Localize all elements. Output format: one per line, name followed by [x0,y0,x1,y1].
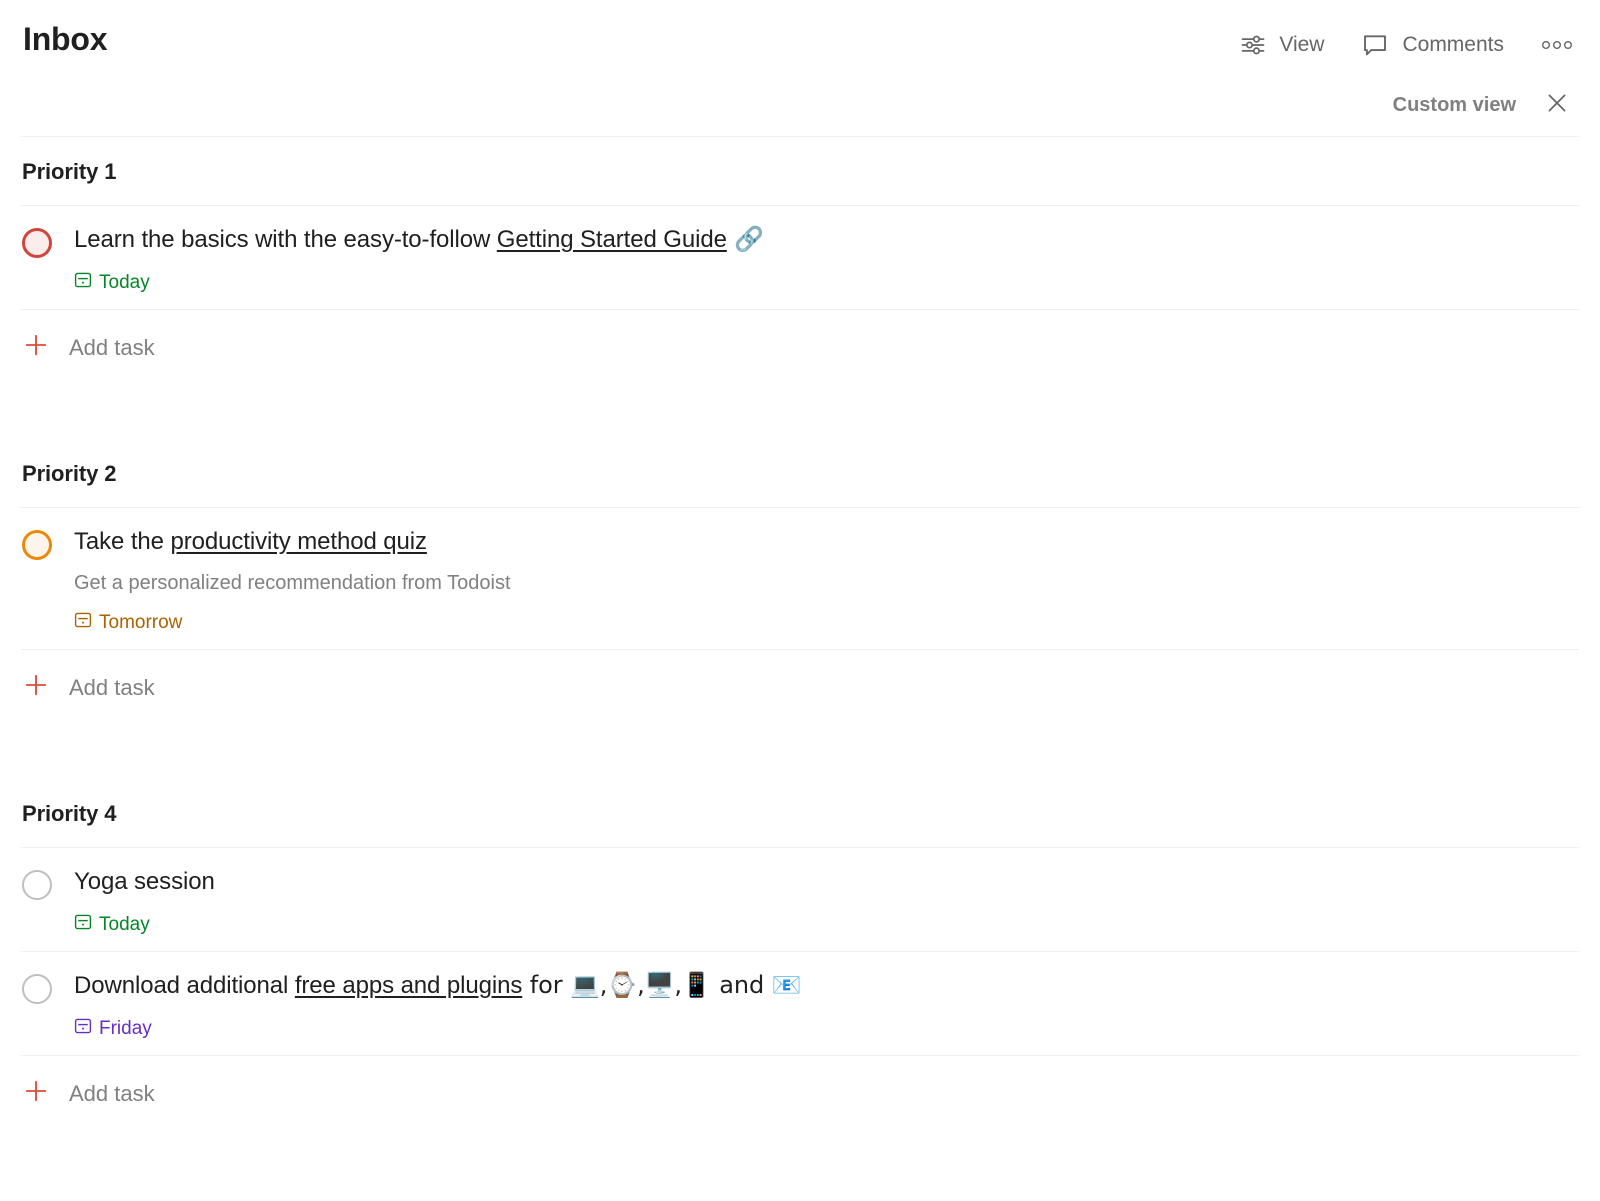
task-due-date[interactable]: Today [74,271,150,295]
task-row[interactable]: Download additional free apps and plugin… [20,952,1580,1055]
task-due-date-label: Today [99,914,150,935]
task-due-date[interactable]: Friday [74,1017,152,1041]
custom-view-bar: Custom view [20,74,1580,136]
add-task-label: Add task [69,334,155,360]
calendar-icon [74,913,92,937]
add-task-button[interactable]: Add task [20,650,1580,723]
task-title-text: Learn the basics with the easy-to-follow [74,226,497,253]
add-task-button[interactable]: Add task [20,1056,1580,1129]
calendar-icon [74,1017,92,1041]
header-actions: View Comments [1239,22,1580,60]
task-checkbox[interactable] [22,530,52,560]
task-title-suffix: 🔗 [726,225,765,253]
close-icon[interactable] [1544,90,1570,121]
view-button[interactable]: View [1239,31,1324,59]
section-title: Priority 2 [22,461,117,486]
page-title: Inbox [23,21,108,57]
task-due-date[interactable]: Tomorrow [74,611,182,635]
add-task-label: Add task [69,674,155,700]
task-checkbox[interactable] [22,870,52,900]
comments-button[interactable]: Comments [1360,30,1504,60]
task-description: Get a personalized recommendation from T… [74,572,511,594]
page-header: Inbox View Comments [20,0,1580,74]
section-title: Priority 4 [22,801,117,826]
section-title: Priority 1 [22,159,117,184]
task-content: Learn the basics with the easy-to-follow… [74,224,1580,295]
custom-view-label[interactable]: Custom view [1393,94,1516,117]
task-due-date-label: Friday [99,1018,152,1039]
task-content: Yoga session Today [74,866,1580,937]
plus-icon [23,672,49,703]
calendar-icon [74,271,92,295]
section-priority-1: Priority 1 Learn the basics with the eas… [20,137,1580,383]
task-title: Download additional free apps and plugin… [74,970,1580,1001]
more-options-button[interactable] [1540,38,1574,52]
task-checkbox[interactable] [22,228,52,258]
task-checkbox[interactable] [22,974,52,1004]
task-row[interactable]: Take the productivity method quiz Get a … [20,508,1580,649]
comments-button-label: Comments [1402,33,1504,56]
task-title-link[interactable]: free apps and plugins [295,972,523,999]
task-content: Download additional free apps and plugin… [74,970,1580,1041]
task-content: Take the productivity method quiz Get a … [74,526,1580,635]
inbox-page: Inbox View Comments Custom view Priority… [0,0,1600,1201]
sliders-icon [1239,31,1267,59]
task-title-link[interactable]: productivity method quiz [171,528,428,555]
add-task-button[interactable]: Add task [20,310,1580,383]
task-title: Learn the basics with the easy-to-follow… [74,224,1580,255]
section-priority-2: Priority 2 Take the productivity method … [20,439,1580,723]
task-title: Take the productivity method quiz [74,526,1580,557]
task-title: Yoga session [74,866,1580,897]
plus-icon [23,1078,49,1109]
task-title-text: Download additional [74,972,295,999]
task-title-text: Take the [74,528,171,555]
comment-bubble-icon [1360,30,1390,60]
task-title-link[interactable]: Getting Started Guide [497,226,727,253]
task-title-text: Yoga session [74,868,215,895]
task-due-date-label: Tomorrow [99,612,183,633]
plus-icon [23,332,49,363]
task-row[interactable]: Learn the basics with the easy-to-follow… [20,206,1580,309]
task-due-date[interactable]: Today [74,913,150,937]
calendar-icon [74,611,92,635]
task-due-date-label: Today [99,272,150,293]
add-task-label: Add task [69,1080,155,1106]
task-row[interactable]: Yoga session Today [20,848,1580,951]
section-priority-4: Priority 4 Yoga session Today Download a… [20,779,1580,1129]
task-title-suffix: for 💻,⌚,🖥️,📱 and 📧 [522,971,802,999]
view-button-label: View [1279,33,1325,56]
more-horizontal-icon [1540,38,1574,52]
